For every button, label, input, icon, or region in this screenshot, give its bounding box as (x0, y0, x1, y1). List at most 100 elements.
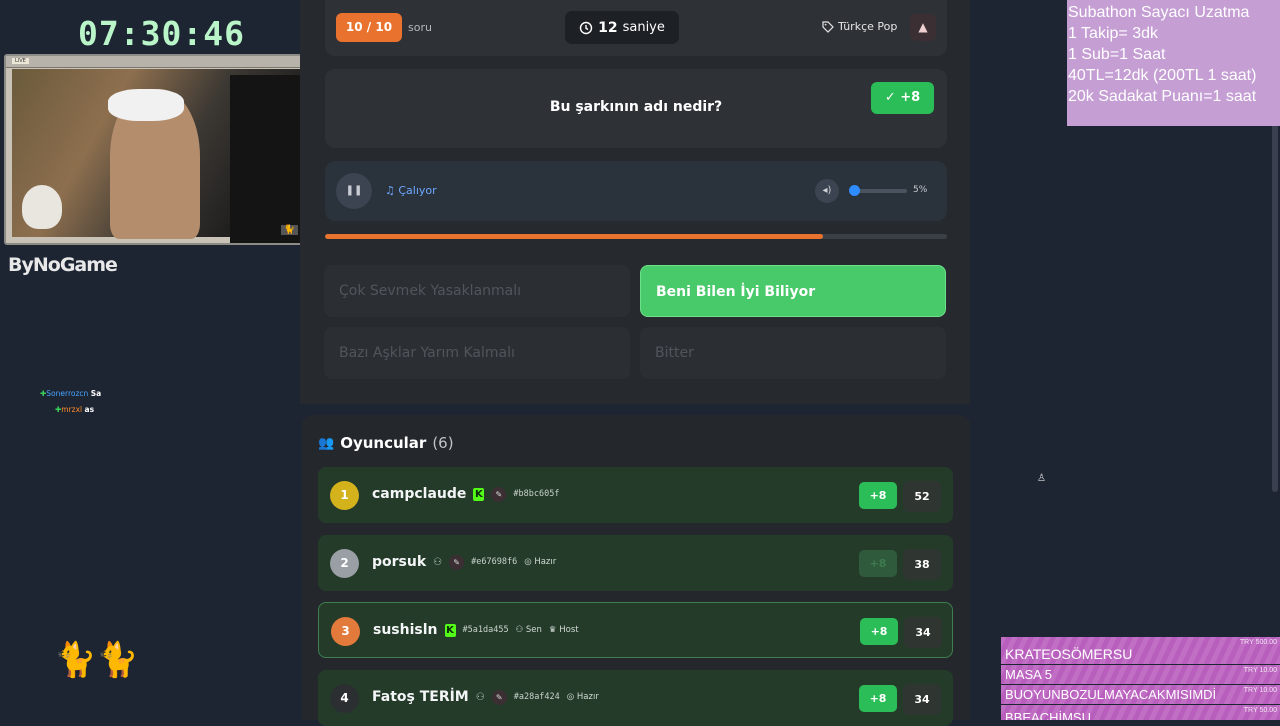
chat-user: mrzxl (61, 405, 83, 414)
cat-icon: 🐈 (280, 225, 298, 235)
donation-item: KRATEOSÖMERSU TRY 500.00 (1001, 637, 1280, 664)
timer-unit: saniye (622, 20, 665, 35)
streamer-hat (108, 89, 184, 121)
user-action-icon[interactable]: ✎ (491, 486, 507, 502)
answer-option-4[interactable]: Bitter (640, 327, 946, 379)
player-info: porsuk ⚇ ✎ #e67698f6 ◎ Hazır (372, 554, 556, 570)
score-gain: +8 (860, 618, 898, 645)
answer-option-1[interactable]: Çok Sevmek Yasaklanmalı (324, 265, 630, 317)
player-name: sushisln (373, 622, 438, 638)
music-note-icon: ♫ (385, 184, 399, 197)
donation-amount: TRY 10.00 (1243, 667, 1277, 674)
bonus-value: +8 (900, 90, 921, 105)
answer-option-2[interactable]: Beni Bilen İyi Biliyor (640, 265, 946, 317)
subathon-line: Subathon Sayacı Uzatma (1068, 4, 1250, 21)
song-progress (325, 234, 947, 239)
user-action-icon[interactable]: ✎ (491, 689, 507, 705)
kick-icon: K (444, 623, 456, 637)
rank-badge: 4 (330, 684, 359, 713)
user-icon: ⚇ (515, 625, 524, 635)
score-gain: +8 (859, 482, 897, 509)
speaker-icon: ◂) (822, 185, 832, 196)
ready-tag: ◎ Hazır (524, 557, 557, 567)
webcam-overlay: LIVE 🐈 (4, 54, 326, 245)
genre-label: Türkçe Pop (838, 20, 898, 33)
player-info: campclaude K ✎ #b8bc605f (372, 486, 559, 502)
chat-message: ✚Sonerrozcn Sa (40, 389, 101, 398)
song-progress-fill (325, 234, 823, 239)
subathon-line: 1 Takip= 3dk (1068, 25, 1158, 42)
rank-badge: 3 (331, 617, 360, 646)
donation-amount: TRY 10.00 (1243, 687, 1277, 694)
subathon-line: 40TL=12dk (200TL 1 saat) (1068, 67, 1257, 84)
player-id: #5a1da455 (462, 625, 509, 635)
score-gain: +8 (859, 685, 897, 712)
cat-figure (22, 185, 62, 229)
donor-name: MASA 5 (1005, 667, 1052, 682)
donor-name: BUOYUNBOZULMAYACAKMISIMDİ (1005, 687, 1217, 702)
rank-badge: 2 (330, 549, 359, 578)
player-row: 1 campclaude K ✎ #b8bc605f +8 52 (318, 467, 953, 523)
players-count: (6) (432, 434, 454, 452)
crown-icon: ♛ (548, 625, 557, 635)
donor-name: KRATEOSÖMERSU (1005, 646, 1133, 662)
player-score: 52 (903, 481, 941, 512)
question-text: Bu şarkının adı nedir? (549, 99, 723, 115)
player-id: #a28af424 (513, 692, 560, 702)
bonus-badge: ✓ +8 (871, 82, 934, 114)
volume-handle[interactable] (848, 185, 860, 196)
mouse-cursor-icon: ♙ (1037, 473, 1046, 484)
live-badge: LIVE (12, 58, 29, 64)
players-heading: 👥 Oyuncular (6) (318, 434, 454, 452)
stream-clock: 07:30:46 (78, 14, 245, 53)
donation-item: MASA 5 TRY 10.00 (1001, 665, 1280, 684)
volume-percent: 5% (913, 185, 928, 195)
score-gain: +8 (859, 550, 897, 577)
playing-status: ♫ Çalıyor (385, 184, 437, 197)
volume-button[interactable]: ◂) (815, 179, 839, 203)
kick-icon: K (473, 487, 485, 501)
users-icon: 👥 (318, 435, 335, 451)
player-name: campclaude (372, 486, 467, 502)
donation-amount: TRY 50.00 (1243, 707, 1277, 714)
player-score: 38 (903, 549, 941, 580)
chat-user: Sonerrozcn (46, 389, 89, 398)
check-circle-icon: ◎ (524, 557, 532, 567)
chat-text: Sa (90, 389, 102, 398)
chat-message: ✚mrzxl as (55, 405, 94, 414)
tag-icon (822, 20, 834, 33)
warning-icon: ▲ (918, 20, 928, 34)
timer-value: 12 (598, 19, 618, 36)
webcam-video: 🐈 (12, 69, 318, 243)
subathon-line: 20k Sadakat Puanı=1 saat (1068, 88, 1257, 105)
donation-amount: TRY 500.00 (1239, 639, 1277, 646)
answer-option-3[interactable]: Bazı Aşklar Yarım Kalmalı (324, 327, 630, 379)
player-score: 34 (904, 617, 942, 648)
donor-name: BBEACHİMSU (1005, 710, 1091, 720)
bynogame-logo: ByNoGame (8, 254, 118, 276)
player-score: 34 (903, 684, 941, 715)
pause-button[interactable]: ❚❚ (336, 173, 372, 209)
player-info: Fatoş TERİM ⚇ ✎ #a28af424 ◎ Hazır (372, 689, 599, 705)
player-row-self: 3 sushisln K #5a1da455 ⚇ Sen ♛ Host +8 3… (318, 602, 953, 658)
subathon-overlay: Subathon Sayacı Uzatma 1 Takip= 3dk 1 Su… (1067, 0, 1280, 126)
subathon-line: 1 Sub=1 Saat (1068, 46, 1166, 63)
user-icon: ⚇ (475, 691, 485, 703)
check-icon: ✓ (884, 90, 901, 105)
question-counter-unit: soru (408, 21, 432, 34)
webcam-titlebar: LIVE (6, 56, 324, 68)
playing-label: Çalıyor (398, 184, 437, 197)
clock-icon (579, 21, 593, 34)
chat-text: as (84, 405, 95, 414)
donation-item: BBEACHİMSU TRY 50.00 (1001, 705, 1280, 720)
player-id: #e67698f6 (471, 557, 518, 567)
question-counter: 10 / 10 (336, 13, 402, 42)
user-icon: ⚇ (433, 556, 443, 568)
pixel-cats-icon: 🐈🐈 (54, 640, 139, 680)
report-button[interactable]: ▲ (910, 14, 936, 41)
monitor-figure (230, 75, 302, 243)
user-action-icon[interactable]: ✎ (449, 554, 465, 570)
player-info: sushisln K #5a1da455 ⚇ Sen ♛ Host (373, 622, 579, 638)
genre-tag: Türkçe Pop (822, 20, 897, 33)
player-name: Fatoş TERİM (372, 689, 469, 705)
